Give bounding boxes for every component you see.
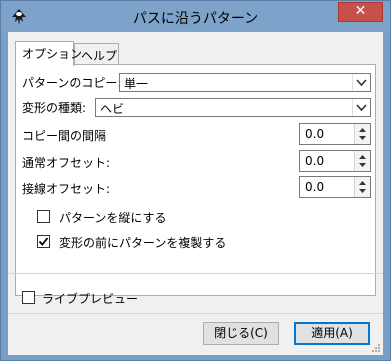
apply-button[interactable]: 適用(A) — [294, 322, 370, 345]
dialog-body: オプション ヘルプ パターンのコピー: 単一 変形の種類: ヘビ コピー間の間隔… — [8, 32, 383, 355]
divider — [8, 273, 383, 274]
close-window-button[interactable]: ✕ — [338, 2, 383, 22]
normal-offset-value: 0.0 — [305, 154, 325, 168]
divider — [8, 313, 383, 314]
pattern-copy-dropdown[interactable]: 単一 — [119, 73, 371, 92]
normal-offset-spinbox[interactable]: 0.0 — [299, 150, 371, 172]
chevron-down-icon — [352, 74, 367, 91]
tangential-offset-spinbox[interactable]: 0.0 — [299, 176, 371, 198]
pattern-copy-label: パターンのコピー: — [22, 76, 122, 90]
dialog-window: パスに沿うパターン ✕ オプション ヘルプ パターンのコピー: 単一 変形の種類… — [0, 0, 391, 361]
normal-offset-label: 通常オフセット: — [22, 156, 111, 170]
live-preview-checkbox[interactable] — [22, 291, 35, 304]
spin-arrows-icon[interactable] — [354, 151, 370, 171]
copy-spacing-value: 0.0 — [305, 127, 325, 141]
tab-options-label: オプション — [22, 47, 83, 61]
title-bar[interactable]: パスに沿うパターン ✕ — [1, 1, 390, 33]
resize-grip-icon[interactable] — [371, 343, 381, 353]
duplicate-pattern-label[interactable]: 変形の前にパターンを複製する — [59, 234, 226, 251]
close-button[interactable]: 閉じる(C) — [203, 322, 279, 345]
checkmark-icon — [38, 237, 49, 246]
close-icon: ✕ — [354, 3, 367, 19]
spin-arrows-icon[interactable] — [354, 124, 370, 144]
copy-spacing-spinbox[interactable]: 0.0 — [299, 123, 371, 145]
tangential-offset-label: 接線オフセット: — [22, 182, 111, 196]
tab-options[interactable]: オプション — [15, 41, 82, 66]
transform-type-value: ヘビ — [100, 102, 125, 116]
pattern-copy-value: 単一 — [124, 77, 149, 91]
tangential-offset-value: 0.0 — [305, 180, 325, 194]
transform-type-dropdown[interactable]: ヘビ — [95, 98, 371, 117]
pattern-vertical-checkbox[interactable] — [37, 210, 50, 223]
duplicate-pattern-checkbox[interactable] — [37, 235, 50, 248]
transform-type-label: 変形の種類: — [22, 101, 87, 115]
window-title: パスに沿うパターン — [132, 11, 259, 27]
spin-arrows-icon[interactable] — [354, 177, 370, 197]
copy-spacing-label: コピー間の間隔 — [22, 129, 107, 143]
live-preview-label[interactable]: ライブプレビュー — [42, 290, 138, 307]
options-panel: パターンのコピー: 単一 変形の種類: ヘビ コピー間の間隔 0.0 通常オフセ… — [15, 64, 376, 296]
tab-help-label: ヘルプ — [81, 49, 118, 63]
chevron-down-icon — [352, 99, 367, 116]
pattern-vertical-label[interactable]: パターンを縦にする — [59, 209, 167, 226]
